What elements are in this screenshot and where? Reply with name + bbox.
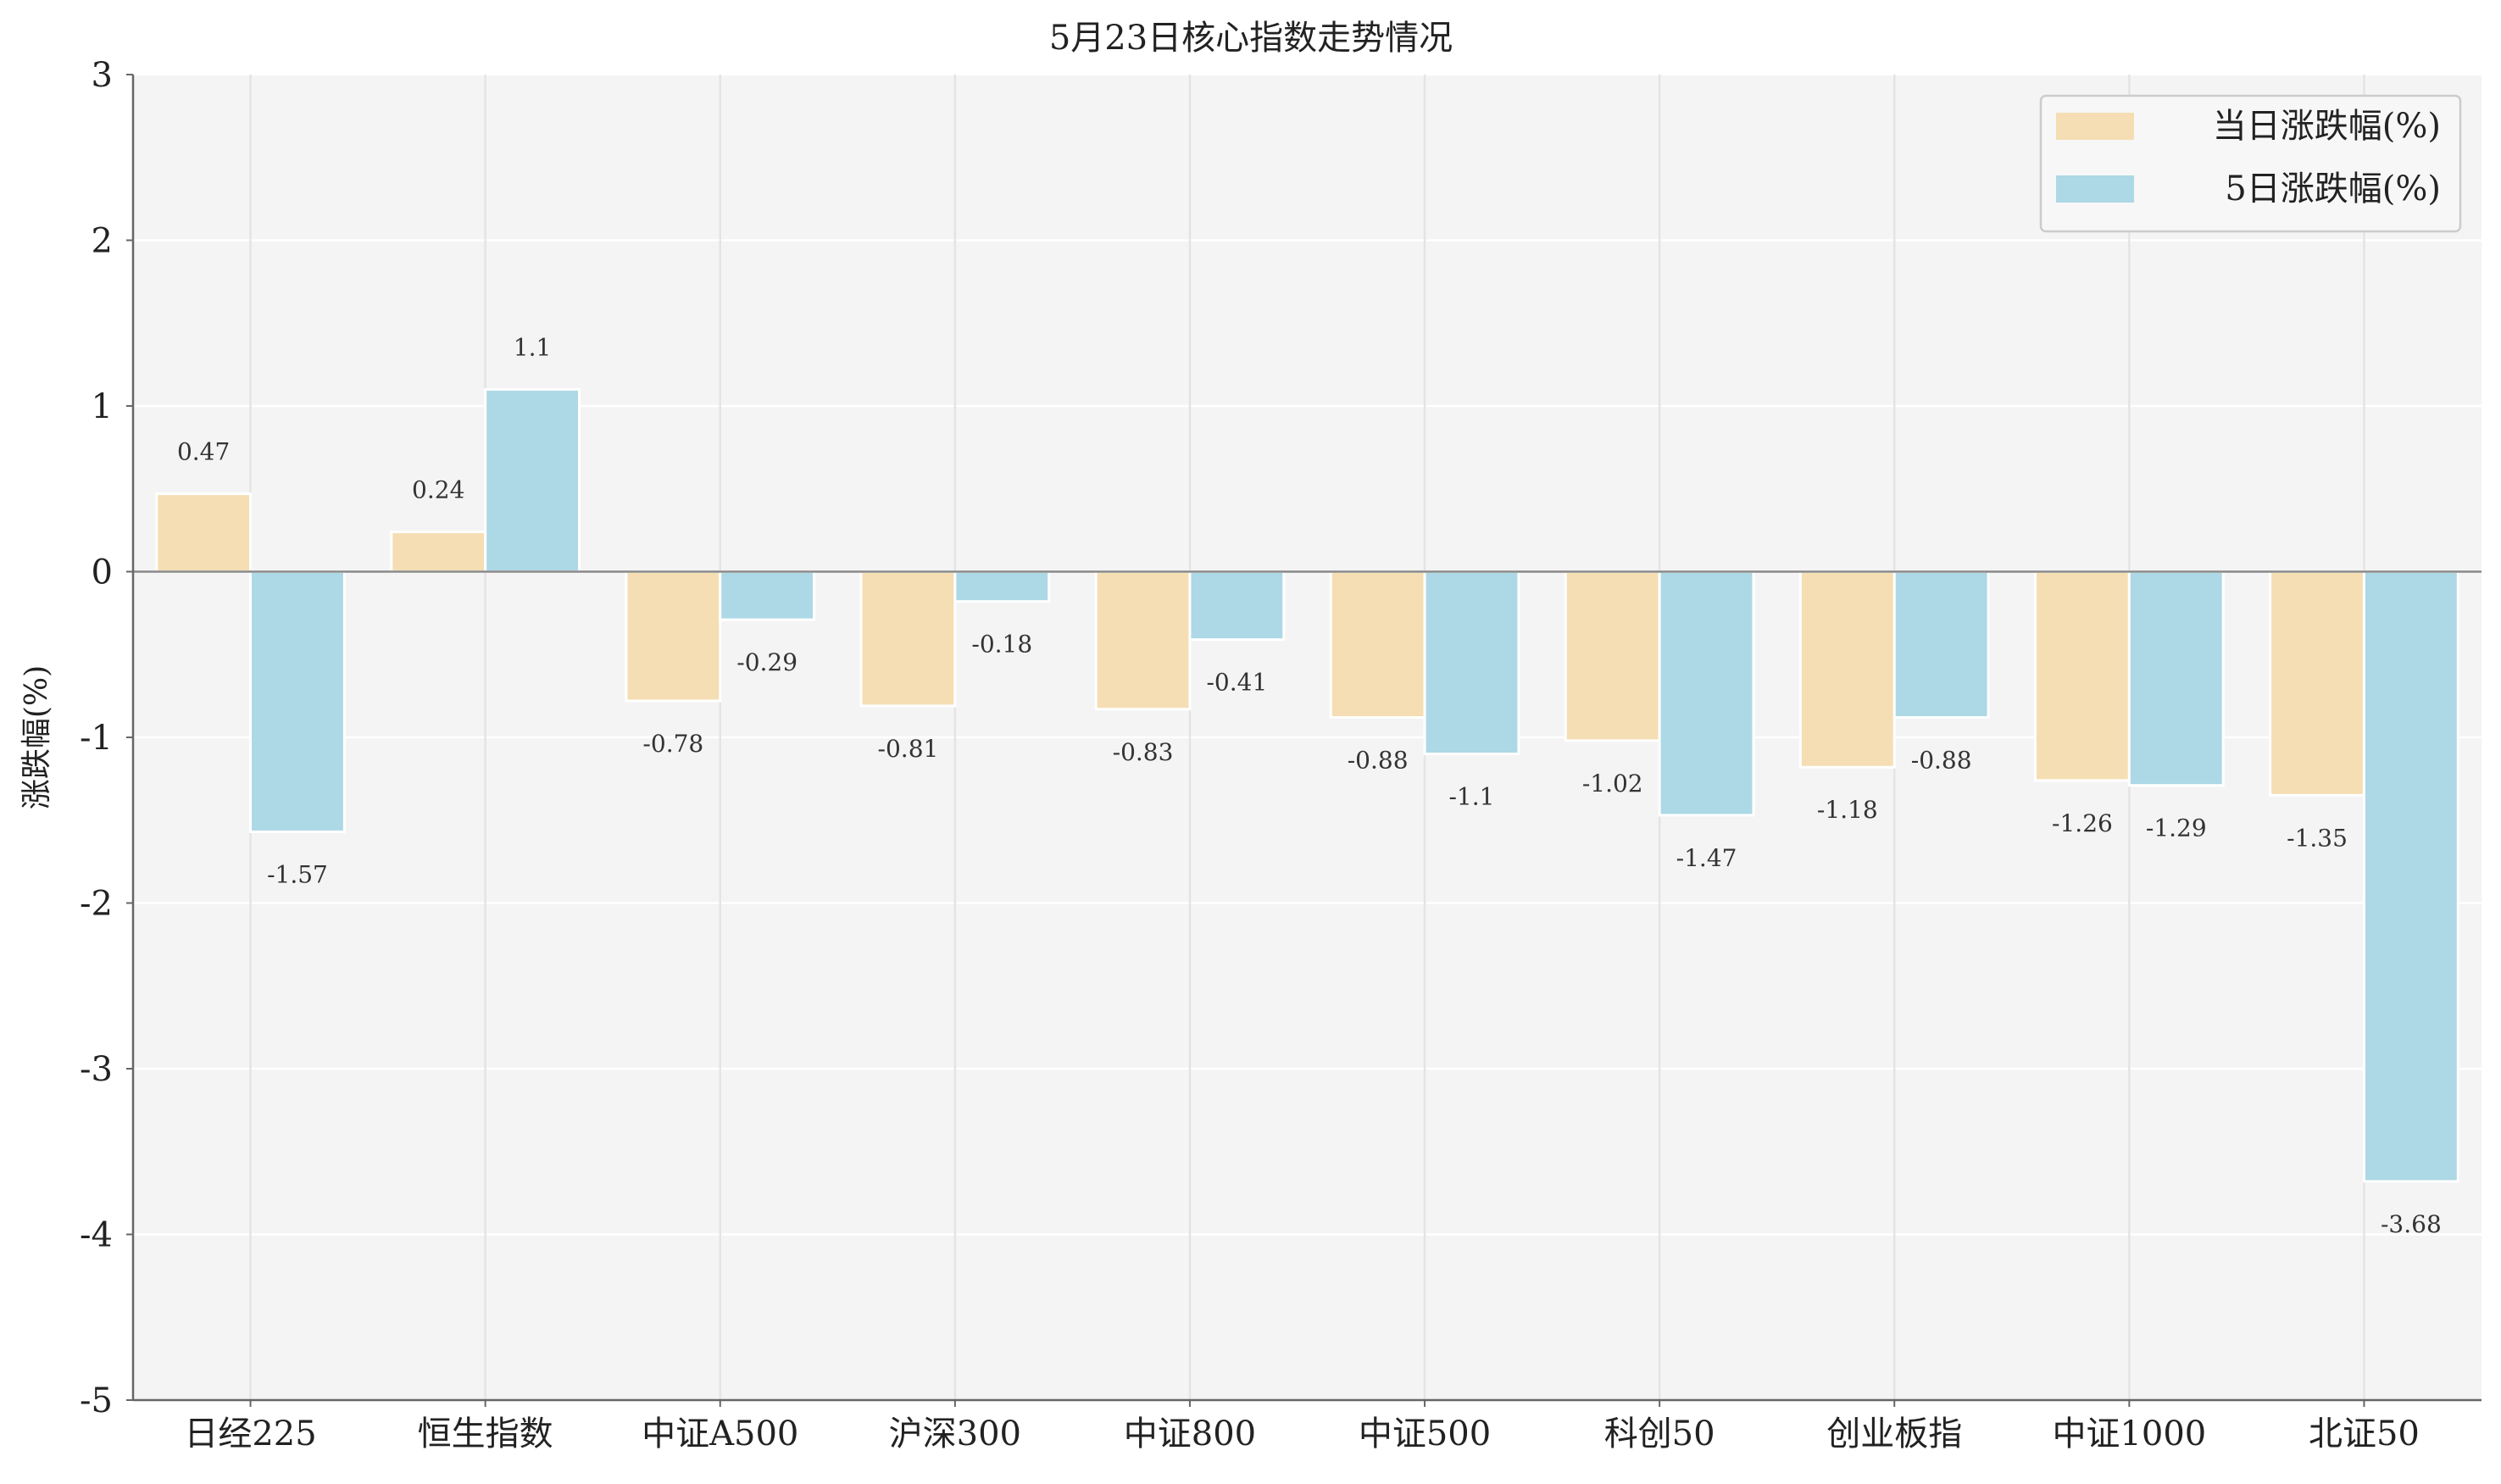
data-label: -3.68 (2381, 1210, 2442, 1238)
x-tick-label: 日经225 (184, 1415, 316, 1453)
legend: 当日涨跌幅(%) 5日涨跌幅(%) (2039, 94, 2462, 233)
y-tick-label: -2 (80, 885, 113, 924)
y-axis-label: 涨跌幅(%) (19, 665, 54, 809)
bar (1798, 570, 1896, 769)
x-tick-label: 沪深300 (889, 1415, 1021, 1453)
y-tick-label: -3 (80, 1050, 113, 1089)
x-tick-label: 科创50 (1604, 1415, 1715, 1453)
data-label: -1.1 (1448, 783, 1494, 811)
x-tick-labels: 日经225 恒生指数 中证A500 沪深300 中证800 中证500 科创50 创业板指 中证… (184, 1400, 2420, 1453)
bar (2269, 570, 2365, 797)
data-label: 1.1 (514, 333, 552, 361)
x-tick-label: 中证A500 (642, 1415, 798, 1453)
data-label: -0.78 (642, 730, 703, 758)
bar (1423, 570, 1520, 756)
bar (1329, 570, 1426, 720)
x-tick-label: 创业板指 (1826, 1415, 1962, 1453)
data-label: -0.18 (971, 631, 1032, 659)
legend-label: 5日涨跌幅(%) (2225, 170, 2441, 208)
data-label: -1.47 (1676, 844, 1737, 872)
y-tick-label: 1 (92, 387, 113, 426)
data-label: -0.29 (736, 648, 798, 676)
data-label: -0.88 (1348, 747, 1409, 775)
bar (484, 387, 581, 574)
data-label: -0.81 (878, 735, 939, 763)
legend-swatch (2056, 175, 2134, 203)
data-label: -1.57 (267, 860, 328, 888)
data-label: -0.83 (1113, 738, 1174, 766)
y-tick-label: -4 (80, 1216, 113, 1255)
data-label: -1.35 (2287, 824, 2348, 852)
data-label: 0.47 (177, 438, 230, 466)
legend-swatch (2056, 113, 2134, 140)
data-label: 0.24 (412, 476, 464, 504)
x-tick-label: 北证50 (2309, 1415, 2420, 1453)
bar (953, 570, 1051, 603)
data-label: -0.88 (1911, 747, 1972, 775)
data-label: -0.41 (1206, 669, 1267, 697)
bar (859, 570, 957, 708)
data-label: -1.02 (1582, 770, 1643, 798)
x-tick-label: 中证1000 (2052, 1415, 2206, 1453)
y-tick-label: 3 (92, 56, 113, 95)
y-tick-label: -5 (80, 1381, 113, 1420)
bar (1658, 570, 1755, 817)
bar (249, 570, 346, 833)
bar (1094, 570, 1192, 711)
legend-label: 当日涨跌幅(%) (2213, 107, 2441, 146)
bar (719, 570, 816, 621)
chart-title: 5月23日核心指数走势情况 (1049, 19, 1453, 58)
x-tick-label: 中证500 (1359, 1415, 1491, 1453)
bar (1564, 570, 1661, 742)
y-tick-label: 0 (92, 553, 113, 592)
y-tick-label: 2 (92, 222, 113, 261)
bar (390, 531, 487, 574)
bar (2362, 570, 2459, 1183)
bar (2127, 570, 2225, 787)
y-tick-labels: 3 2 1 0 -1 -2 -3 -4 -5 (80, 56, 133, 1420)
data-label: -1.29 (2146, 814, 2207, 842)
bar (1188, 570, 1286, 642)
bar (155, 492, 253, 573)
bar (1892, 570, 1990, 720)
bar (625, 570, 722, 703)
bar (2034, 570, 2131, 782)
x-tick-label: 中证800 (1124, 1415, 1256, 1453)
x-tick-label: 恒生指数 (418, 1415, 553, 1453)
y-tick-label: -1 (80, 719, 113, 758)
data-label: -1.26 (2052, 809, 2113, 837)
chart-canvas: 5月23日核心指数走势情况 0.47 0.24 -0.78 -0.81 -0.83 -0.… (19, 19, 2482, 1453)
data-label: -1.18 (1817, 796, 1878, 824)
